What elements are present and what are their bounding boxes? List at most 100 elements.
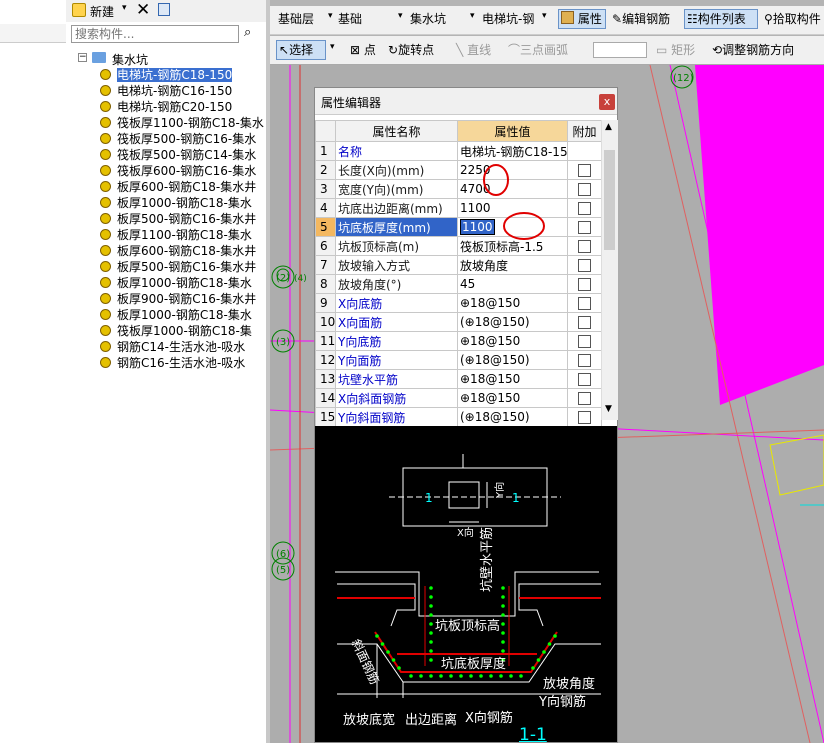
property-name[interactable]: Y向底筋 xyxy=(335,331,458,351)
edit-rebar-button[interactable]: ✎编辑钢筋 xyxy=(610,9,672,29)
type-select[interactable]: 集水坑 xyxy=(410,10,470,28)
collapse-icon[interactable]: − xyxy=(78,53,87,62)
tree-item[interactable]: 筏板厚500-钢筋C14-集水 xyxy=(100,147,256,163)
search-icon[interactable]: ⌕ xyxy=(244,25,251,40)
tree-item-label: 钢筋C16-生活水池-吸水 xyxy=(117,356,246,370)
property-value[interactable]: ⊕18@150 xyxy=(457,369,568,389)
table-row[interactable]: 7 放坡输入方式 放坡角度 xyxy=(315,255,602,275)
tree-item-label: 板厚600-钢筋C18-集水井 xyxy=(117,180,257,194)
tree-root-label[interactable]: 集水坑 xyxy=(112,51,148,68)
property-value[interactable]: ⊕18@150 xyxy=(457,293,568,313)
new-button[interactable]: 新建 xyxy=(90,3,114,20)
property-name[interactable]: X向斜面钢筋 xyxy=(335,388,458,408)
table-row[interactable]: 12 Y向面筋 (⊕18@150) xyxy=(315,350,602,370)
floor-dropdown-icon[interactable]: ▾ xyxy=(328,11,333,21)
attach-checkbox[interactable] xyxy=(578,297,591,310)
property-value-text[interactable]: ⊕18@150 xyxy=(460,372,520,386)
tree-item[interactable]: 板厚600-钢筋C18-集水井 xyxy=(100,243,256,259)
properties-button[interactable]: 属性 xyxy=(558,9,606,29)
rect-button[interactable]: ▭ 矩形 xyxy=(654,40,697,60)
table-row[interactable]: 13 坑壁水平筋 ⊕18@150 xyxy=(315,369,602,389)
new-icon[interactable] xyxy=(72,3,86,17)
tree-item[interactable]: 板厚600-钢筋C18-集水井 xyxy=(100,179,256,195)
tree-item[interactable]: 板厚500-钢筋C16-集水井 xyxy=(100,211,256,227)
property-value-text[interactable]: 放坡角度 xyxy=(460,259,508,273)
property-value[interactable]: ⊕18@150 xyxy=(457,331,568,351)
attach-checkbox[interactable] xyxy=(578,411,591,424)
attach-checkbox[interactable] xyxy=(578,259,591,272)
property-value[interactable]: (⊕18@150) xyxy=(457,407,568,427)
gear-icon xyxy=(100,277,111,288)
property-value-text[interactable]: ⊕18@150 xyxy=(460,334,520,348)
property-name[interactable]: Y向斜面钢筋 xyxy=(335,407,458,427)
attach-checkbox[interactable] xyxy=(578,278,591,291)
delete-icon[interactable]: ✕ xyxy=(136,0,150,20)
tree-item[interactable]: 板厚900-钢筋C16-集水井 xyxy=(100,291,256,307)
line-button[interactable]: ╲ 直线 xyxy=(454,40,493,60)
copy-icon[interactable] xyxy=(158,3,170,16)
tree-item[interactable]: 电梯坑-钢筋C16-150 xyxy=(100,83,232,99)
component-list-button[interactable]: ☷构件列表 xyxy=(684,9,758,29)
point-button[interactable]: ⊠ 点 xyxy=(348,40,378,60)
property-value[interactable]: ⊕18@150 xyxy=(457,388,568,408)
tree-item[interactable]: 筏板厚1000-钢筋C18-集 xyxy=(100,323,252,339)
rebar-dot xyxy=(501,604,505,608)
arc-mode-select[interactable] xyxy=(593,42,647,58)
tree-item[interactable]: 电梯坑-钢筋C18-150 xyxy=(100,67,233,83)
tree-item[interactable]: 板厚1000-钢筋C18-集水 xyxy=(100,195,252,211)
tree-item[interactable]: 电梯坑-钢筋C20-150 xyxy=(100,99,232,115)
tree-item[interactable]: 钢筋C14-生活水池-吸水 xyxy=(100,339,245,355)
table-row[interactable]: 11 Y向底筋 ⊕18@150 xyxy=(315,331,602,351)
property-name[interactable]: X向面筋 xyxy=(335,312,458,332)
new-dropdown-icon[interactable]: ▾ xyxy=(122,3,127,13)
property-name[interactable]: X向底筋 xyxy=(335,293,458,313)
table-row[interactable]: 10 X向面筋 (⊕18@150) xyxy=(315,312,602,332)
table-row[interactable]: 14 X向斜面钢筋 ⊕18@150 xyxy=(315,388,602,408)
tree-item[interactable]: 板厚1000-钢筋C18-集水 xyxy=(100,275,252,291)
property-name[interactable]: 放坡角度(°) xyxy=(335,274,458,294)
component-dropdown-icon[interactable]: ▾ xyxy=(542,11,547,21)
attach-checkbox[interactable] xyxy=(578,316,591,329)
property-name[interactable]: 坑壁水平筋 xyxy=(335,369,458,389)
property-value-text[interactable]: (⊕18@150) xyxy=(460,410,530,424)
table-row[interactable]: 9 X向底筋 ⊕18@150 xyxy=(315,293,602,313)
tree-item[interactable]: 筏板厚1100-钢筋C18-集水 xyxy=(100,115,264,131)
rotate-point-button[interactable]: ↻旋转点 xyxy=(386,40,436,60)
pick-component-button[interactable]: ⚲拾取构件 xyxy=(762,9,823,29)
adjust-rebar-direction-button[interactable]: ⟲调整钢筋方向 xyxy=(710,40,796,60)
type-dropdown-icon[interactable]: ▾ xyxy=(470,11,475,21)
tree-item[interactable]: 钢筋C16-生活水池-吸水 xyxy=(100,355,245,371)
tree-item[interactable]: 筏板厚500-钢筋C16-集水 xyxy=(100,131,256,147)
scroll-down-icon[interactable]: ▼ xyxy=(605,404,612,414)
attach-checkbox[interactable] xyxy=(578,335,591,348)
property-name[interactable]: 放坡输入方式 xyxy=(335,255,458,275)
select-dropdown-icon[interactable]: ▾ xyxy=(330,42,335,52)
property-value[interactable]: (⊕18@150) xyxy=(457,312,568,332)
tree-item[interactable]: 筏板厚600-钢筋C16-集水 xyxy=(100,163,256,179)
property-name[interactable]: Y向面筋 xyxy=(335,350,458,370)
property-value-text[interactable]: 45 xyxy=(460,277,475,291)
category-select[interactable]: 基础 xyxy=(338,10,398,28)
table-row[interactable]: 8 放坡角度(°) 45 xyxy=(315,274,602,294)
property-value-text[interactable]: (⊕18@150) xyxy=(460,315,530,329)
property-value[interactable]: (⊕18@150) xyxy=(457,350,568,370)
rebar-dot xyxy=(429,658,433,662)
attach-checkbox[interactable] xyxy=(578,373,591,386)
search-input[interactable] xyxy=(71,25,239,43)
tree-item[interactable]: 板厚1000-钢筋C18-集水 xyxy=(100,307,252,323)
tree-item-label: 筏板厚600-钢筋C16-集水 xyxy=(117,164,257,178)
property-value-text[interactable]: (⊕18@150) xyxy=(460,353,530,367)
tree-item[interactable]: 板厚1100-钢筋C18-集水 xyxy=(100,227,252,243)
select-button[interactable]: ↖选择 xyxy=(276,40,326,60)
property-value-text[interactable]: ⊕18@150 xyxy=(460,391,520,405)
property-value[interactable]: 放坡角度 xyxy=(457,255,568,275)
table-row[interactable]: 15 Y向斜面钢筋 (⊕18@150) xyxy=(315,407,602,427)
property-value-text[interactable]: ⊕18@150 xyxy=(460,296,520,310)
category-dropdown-icon[interactable]: ▾ xyxy=(398,11,403,21)
arc-button[interactable]: ⌒三点画弧 xyxy=(506,40,570,60)
attach-checkbox[interactable] xyxy=(578,354,591,367)
tree-item[interactable]: 板厚500-钢筋C16-集水井 xyxy=(100,259,256,275)
attach-checkbox[interactable] xyxy=(578,392,591,405)
component-select[interactable]: 电梯坑-钢 xyxy=(482,10,548,28)
property-value[interactable]: 45 xyxy=(457,274,568,294)
